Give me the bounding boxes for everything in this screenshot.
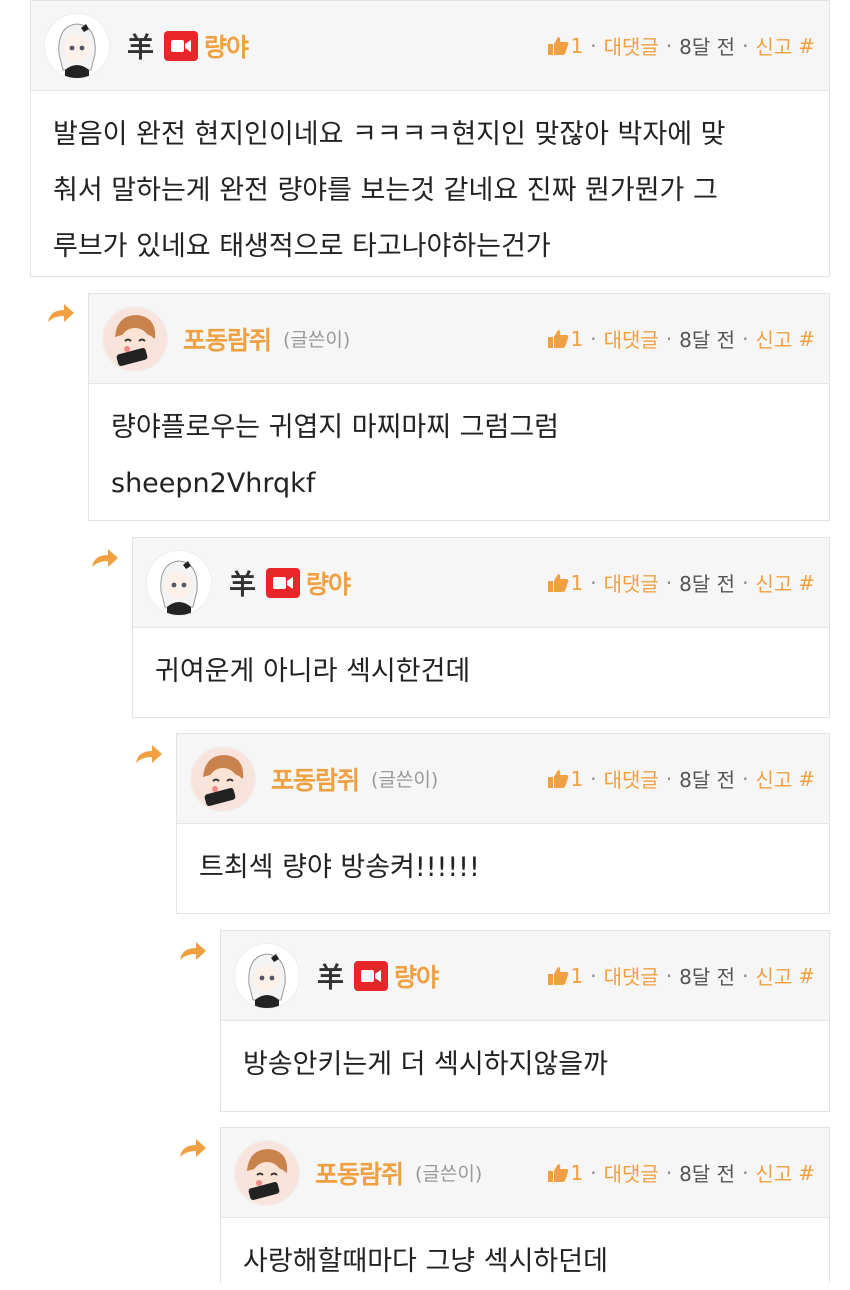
permalink-hash[interactable]: # bbox=[798, 571, 815, 595]
timestamp: 8달 전 bbox=[679, 572, 736, 596]
avatar[interactable] bbox=[45, 14, 109, 78]
timestamp: 8달 전 bbox=[679, 328, 736, 352]
report-button[interactable]: 신고 bbox=[755, 1158, 792, 1187]
comment-body: 귀여운게 아니라 섹시한건데 bbox=[133, 628, 829, 700]
sheep-badge-icon: 羊 bbox=[127, 33, 154, 64]
comment-body: 사랑해할때마다 그냥 섹시하던데 bbox=[221, 1218, 829, 1290]
thumbs-up-icon[interactable] bbox=[547, 966, 569, 986]
comment-header: 羊 량야 1 · 대댓글 · 8달 전 · 신고 # bbox=[31, 1, 829, 91]
broadcast-camera-icon[interactable] bbox=[354, 960, 388, 991]
comment: 羊 량야 1 · 대댓글 · 8달 전 · 신고 # 방송안키는게 더 섹시하지… bbox=[220, 930, 830, 1112]
comment-text-line: sheepn2Vhrqkf bbox=[111, 468, 316, 499]
reply-button[interactable]: 대댓글 bbox=[604, 31, 659, 60]
comment-header: 羊 량야 1 · 대댓글 · 8달 전 · 신고 # bbox=[221, 931, 829, 1021]
reply-arrow-icon bbox=[46, 302, 76, 324]
comment-text-line: 방송안키는게 더 섹시하지않을까 bbox=[243, 1049, 608, 1080]
timestamp: 8달 전 bbox=[679, 35, 736, 59]
reply-arrow-icon bbox=[178, 940, 208, 962]
broadcast-camera-icon[interactable] bbox=[164, 30, 198, 61]
comment-meta: 1 · 대댓글 · 8달 전 · 신고 # bbox=[547, 294, 815, 383]
reply-button[interactable]: 대댓글 bbox=[604, 568, 659, 597]
reply-button[interactable]: 대댓글 bbox=[604, 764, 659, 793]
avatar[interactable] bbox=[147, 551, 211, 615]
comment-text-line: 춰서 말하는게 완전 량야를 보는것 같네요 진짜 뭔가뭔가 그 bbox=[53, 175, 718, 206]
comment: 포동람쥐 (글쓴이) 1 · 대댓글 · 8달 전 · 신고 # 량야플로우는 … bbox=[88, 293, 830, 521]
like-count: 1 bbox=[570, 766, 584, 791]
comment-text-line: 트최섹 량야 방송켜!!!!!! bbox=[199, 852, 480, 883]
comment-body: 발음이 완전 현지인이네요 ㅋㅋㅋㅋ현지인 맞잖아 박자에 맞 춰서 말하는게 … bbox=[31, 91, 829, 275]
like-count: 1 bbox=[570, 1160, 584, 1185]
author-name[interactable]: 량야 bbox=[204, 28, 249, 64]
report-button[interactable]: 신고 bbox=[755, 324, 792, 353]
timestamp: 8달 전 bbox=[679, 965, 736, 989]
comment-text-line: 량야플로우는 귀엽지 마찌마찌 그럼그럼 bbox=[111, 412, 560, 443]
sheep-badge-icon: 羊 bbox=[229, 570, 256, 601]
comment: 羊 량야 1 · 대댓글 · 8달 전 · 신고 # 귀여운게 아니라 섹시한건… bbox=[132, 537, 830, 718]
comment-meta: 1 · 대댓글 · 8달 전 · 신고 # bbox=[547, 1, 815, 90]
comment-meta: 1 · 대댓글 · 8달 전 · 신고 # bbox=[547, 931, 815, 1020]
thumbs-up-icon[interactable] bbox=[547, 769, 569, 789]
comment-meta: 1 · 대댓글 · 8달 전 · 신고 # bbox=[547, 734, 815, 823]
writer-badge: (글쓴이) bbox=[283, 329, 351, 351]
thumbs-up-icon[interactable] bbox=[547, 329, 569, 349]
reply-arrow-icon bbox=[134, 743, 164, 765]
author-name[interactable]: 포동람쥐 bbox=[183, 321, 272, 357]
comment-header: 포동람쥐 (글쓴이) 1 · 대댓글 · 8달 전 · 신고 # bbox=[221, 1128, 829, 1218]
report-button[interactable]: 신고 bbox=[755, 568, 792, 597]
comment-meta: 1 · 대댓글 · 8달 전 · 신고 # bbox=[547, 538, 815, 627]
reply-arrow-icon bbox=[90, 547, 120, 569]
thumbs-up-icon[interactable] bbox=[547, 1163, 569, 1183]
thumbs-up-icon[interactable] bbox=[547, 36, 569, 56]
timestamp: 8달 전 bbox=[679, 1162, 736, 1186]
author-name[interactable]: 량야 bbox=[306, 565, 351, 601]
comment-text-line: 귀여운게 아니라 섹시한건데 bbox=[155, 656, 471, 687]
like-count: 1 bbox=[570, 570, 584, 595]
avatar[interactable] bbox=[103, 307, 167, 371]
comment-body: 량야플로우는 귀엽지 마찌마찌 그럼그럼 sheepn2Vhrqkf bbox=[89, 384, 829, 512]
writer-badge: (글쓴이) bbox=[415, 1163, 483, 1185]
reply-button[interactable]: 대댓글 bbox=[604, 324, 659, 353]
author-name[interactable]: 포동람쥐 bbox=[271, 761, 360, 797]
sheep-badge-icon: 羊 bbox=[317, 963, 344, 994]
author-name[interactable]: 량야 bbox=[394, 958, 439, 994]
comment: 포동람쥐 (글쓴이) 1 · 대댓글 · 8달 전 · 신고 # 트최섹 량야 … bbox=[176, 733, 830, 914]
permalink-hash[interactable]: # bbox=[798, 1161, 815, 1185]
comment-body: 트최섹 량야 방송켜!!!!!! bbox=[177, 824, 829, 896]
permalink-hash[interactable]: # bbox=[798, 964, 815, 988]
comment: 포동람쥐 (글쓴이) 1 · 대댓글 · 8달 전 · 신고 # 사랑해할때마다… bbox=[220, 1127, 830, 1283]
comment-body: 방송안키는게 더 섹시하지않을까 bbox=[221, 1021, 829, 1093]
timestamp: 8달 전 bbox=[679, 768, 736, 792]
report-button[interactable]: 신고 bbox=[755, 764, 792, 793]
author-name[interactable]: 포동람쥐 bbox=[315, 1155, 404, 1191]
permalink-hash[interactable]: # bbox=[798, 327, 815, 351]
reply-arrow-icon bbox=[178, 1137, 208, 1159]
writer-badge: (글쓴이) bbox=[371, 769, 439, 791]
reply-button[interactable]: 대댓글 bbox=[604, 1158, 659, 1187]
avatar[interactable] bbox=[191, 747, 255, 811]
broadcast-camera-icon[interactable] bbox=[266, 567, 300, 598]
like-count: 1 bbox=[570, 326, 584, 351]
comment-text-line: 루브가 있네요 태생적으로 타고나야하는건가 bbox=[53, 231, 551, 262]
thumbs-up-icon[interactable] bbox=[547, 573, 569, 593]
comment-header: 포동람쥐 (글쓴이) 1 · 대댓글 · 8달 전 · 신고 # bbox=[89, 294, 829, 384]
comment-header: 羊 량야 1 · 대댓글 · 8달 전 · 신고 # bbox=[133, 538, 829, 628]
permalink-hash[interactable]: # bbox=[798, 34, 815, 58]
permalink-hash[interactable]: # bbox=[798, 767, 815, 791]
like-count: 1 bbox=[570, 33, 584, 58]
comment-text-line: 사랑해할때마다 그냥 섹시하던데 bbox=[243, 1246, 608, 1277]
like-count: 1 bbox=[570, 963, 584, 988]
comment-header: 포동람쥐 (글쓴이) 1 · 대댓글 · 8달 전 · 신고 # bbox=[177, 734, 829, 824]
comment-meta: 1 · 대댓글 · 8달 전 · 신고 # bbox=[547, 1128, 815, 1217]
comment: 羊 량야 1 · 대댓글 · 8달 전 · 신고 # 발음이 완전 현지인이네요… bbox=[30, 0, 830, 277]
avatar[interactable] bbox=[235, 944, 299, 1008]
reply-button[interactable]: 대댓글 bbox=[604, 961, 659, 990]
report-button[interactable]: 신고 bbox=[755, 961, 792, 990]
comment-text-line: 발음이 완전 현지인이네요 ㅋㅋㅋㅋ현지인 맞잖아 박자에 맞 bbox=[53, 119, 726, 150]
report-button[interactable]: 신고 bbox=[755, 31, 792, 60]
avatar[interactable] bbox=[235, 1141, 299, 1205]
